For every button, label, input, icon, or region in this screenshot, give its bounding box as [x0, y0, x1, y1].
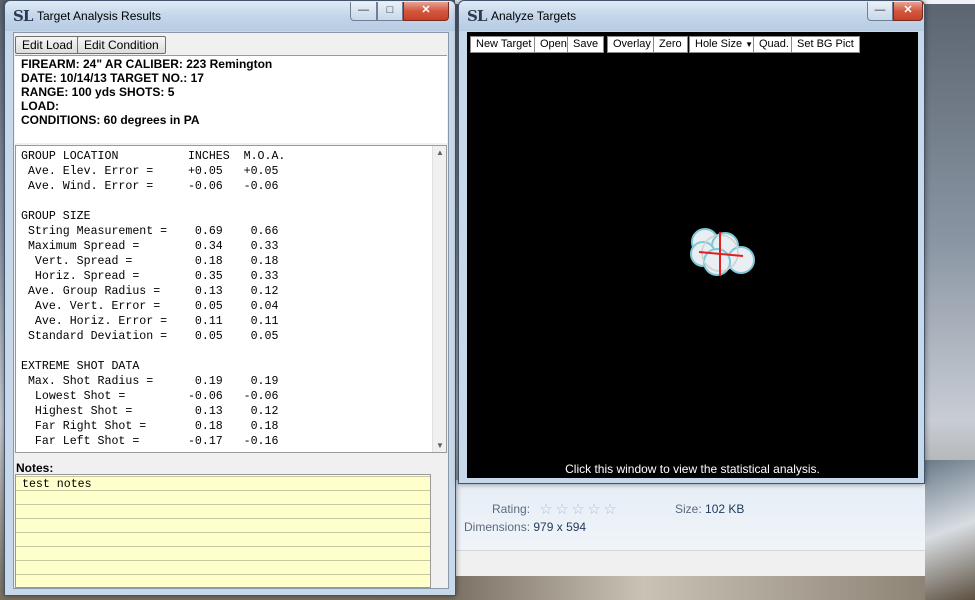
stat-line: Far Left Shot = -0.17 -0.16 [21, 435, 279, 448]
stat-line: Vert. Spread = 0.18 0.18 [21, 255, 279, 268]
bullet-hole [727, 246, 755, 274]
stat-line: Maximum Spread = 0.34 0.33 [21, 240, 279, 253]
target-info-panel: FIREARM: 24" AR CALIBER: 223 Remington D… [15, 55, 447, 143]
stat-line: Ave. Elev. Error = +0.05 +0.05 [21, 165, 279, 178]
app-logo-icon: SL [13, 7, 33, 25]
stat-line: Max. Shot Radius = 0.19 0.19 [21, 375, 279, 388]
explorer-details-pane: Rating: ☆ ☆ ☆ ☆ ☆ Size: 102 KB Dimension… [455, 480, 925, 576]
rating-stars[interactable]: ☆ ☆ ☆ ☆ ☆ [539, 502, 617, 517]
target-analysis-results-window[interactable]: SL Target Analysis Results — □ ✕ Edit Lo… [4, 0, 456, 596]
date-line: DATE: 10/14/13 TARGET NO.: 17 [21, 71, 204, 85]
size-value: 102 KB [705, 502, 745, 516]
stat-line: Ave. Wind. Error = -0.06 -0.06 [21, 180, 279, 193]
notes-text[interactable]: test notes [22, 478, 92, 491]
shot-group-graphic [690, 228, 755, 276]
stat-line: EXTREME SHOT DATA [21, 360, 140, 373]
star-icon[interactable]: ☆ [603, 502, 617, 517]
desktop-wallpaper-bottom [455, 576, 925, 600]
star-icon[interactable]: ☆ [587, 502, 601, 517]
dimensions-label: Dimensions: [464, 520, 531, 534]
edit-load-button[interactable]: Edit Load [15, 36, 80, 54]
rating-label: Rating: [492, 502, 531, 516]
stat-line: Lowest Shot = -0.06 -0.06 [21, 390, 279, 403]
stat-line: Highest Shot = 0.13 0.12 [21, 405, 279, 418]
results-client-area: Edit Load Edit Condition FIREARM: 24" AR… [13, 32, 449, 589]
stat-line: Ave. Horiz. Error = 0.11 0.11 [21, 315, 279, 328]
star-icon[interactable]: ☆ [571, 502, 585, 517]
range-line: RANGE: 100 yds SHOTS: 5 [21, 85, 175, 99]
minimize-button[interactable]: — [867, 2, 893, 21]
star-icon[interactable]: ☆ [539, 502, 553, 517]
statistics-text: GROUP LOCATION INCHES M.O.A. Ave. Elev. … [21, 149, 285, 449]
minimize-button[interactable]: — [350, 2, 377, 21]
maximize-button[interactable]: □ [377, 2, 403, 21]
stat-line: GROUP SIZE [21, 210, 91, 223]
statistics-panel[interactable]: GROUP LOCATION INCHES M.O.A. Ave. Elev. … [15, 145, 447, 453]
analysis-hint: Click this window to view the statistica… [565, 462, 820, 476]
statistics-scrollbar[interactable]: ▲ ▼ [432, 146, 446, 452]
app-logo-icon: SL [467, 7, 487, 25]
analyze-targets-window[interactable]: SL Analyze Targets — ✕ New Target Open S… [458, 0, 925, 484]
notes-scrollbar[interactable] [432, 474, 447, 588]
target-canvas[interactable]: New Target Open Save Overlay Zero Hole S… [467, 32, 918, 478]
notes-label: Notes: [16, 461, 54, 475]
explorer-footer-bar [456, 550, 925, 576]
star-icon[interactable]: ☆ [555, 502, 569, 517]
title-bar[interactable]: SL Target Analysis Results — □ ✕ [5, 1, 455, 31]
dimensions-value: 979 x 594 [533, 520, 587, 534]
stat-line: GROUP LOCATION INCHES M.O.A. [21, 150, 286, 163]
desktop-wallpaper [925, 460, 975, 600]
close-button[interactable]: ✕ [893, 2, 923, 21]
scroll-down-icon[interactable]: ▼ [436, 441, 444, 450]
stat-line [21, 194, 285, 209]
load-line: LOAD: [21, 99, 59, 113]
stat-line: Ave. Vert. Error = 0.05 0.04 [21, 300, 279, 313]
stat-line: Horiz. Spread = 0.35 0.33 [21, 270, 279, 283]
size-label: Size: [675, 502, 702, 516]
edit-condition-button[interactable]: Edit Condition [77, 36, 166, 54]
stat-line: Ave. Group Radius = 0.13 0.12 [21, 285, 279, 298]
scroll-up-icon[interactable]: ▲ [436, 148, 444, 157]
stat-line: Far Right Shot = 0.18 0.18 [21, 420, 279, 433]
stat-line: String Measurement = 0.69 0.66 [21, 225, 279, 238]
title-bar[interactable]: SL Analyze Targets — ✕ [459, 1, 924, 31]
stat-line [21, 344, 285, 359]
close-button[interactable]: ✕ [403, 2, 449, 21]
notes-textarea[interactable]: test notes [15, 474, 431, 588]
window-title: Target Analysis Results [37, 9, 162, 23]
window-title: Analyze Targets [491, 9, 577, 23]
firearm-line: FIREARM: 24" AR CALIBER: 223 Remington [21, 57, 273, 71]
stat-line: Standard Deviation = 0.05 0.05 [21, 330, 279, 343]
conditions-line: CONDITIONS: 60 degrees in PA [21, 113, 200, 127]
